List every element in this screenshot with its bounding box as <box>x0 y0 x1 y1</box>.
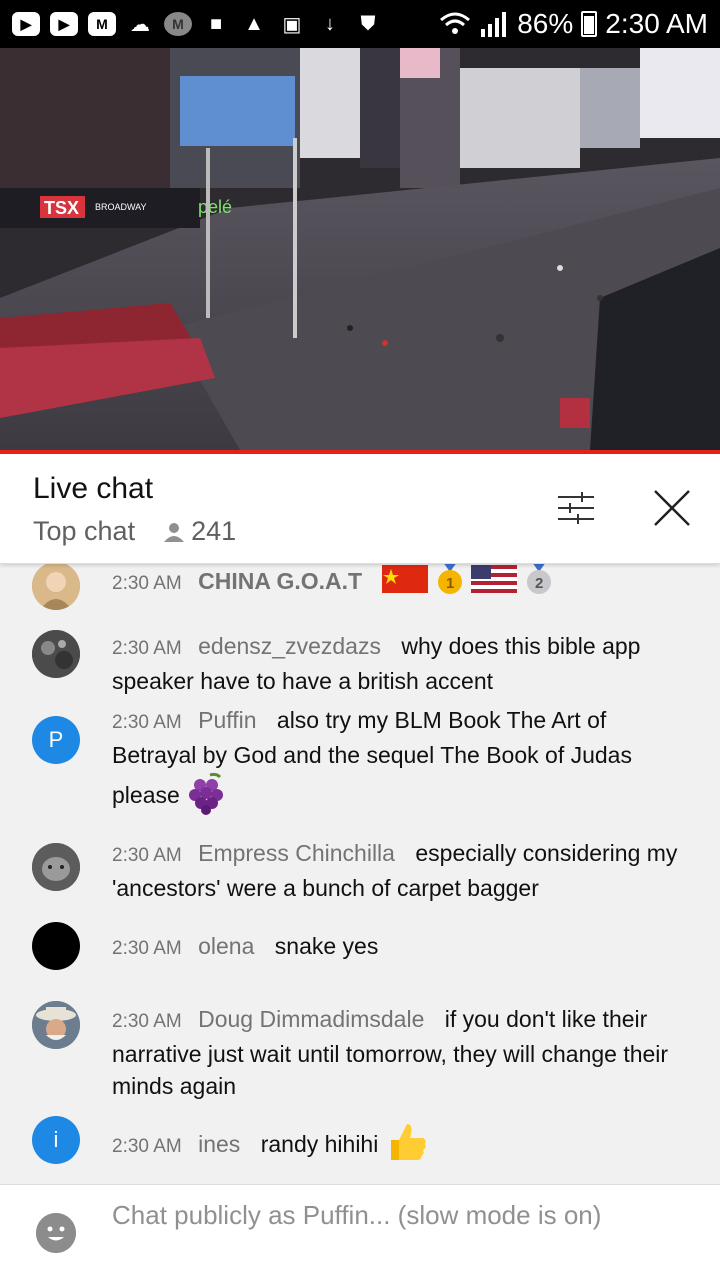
avatar[interactable]: i <box>32 1116 80 1164</box>
avatar-letter: i <box>53 1127 59 1152</box>
message-text: snake yes <box>274 933 379 959</box>
viewer-count-value: 241 <box>191 516 237 546</box>
shopping-bag-icon: ⛊ <box>360 12 376 35</box>
message-time: 2:30 AM <box>112 845 182 866</box>
message-time: 2:30 AM <box>112 573 182 595</box>
chat-title: Live chat <box>33 472 154 505</box>
folder-icon: ■ <box>209 12 223 35</box>
youtube-icon: ▶ <box>12 12 40 36</box>
medal-2-icon: 2 <box>524 564 554 604</box>
message-time: 2:30 AM <box>112 638 182 659</box>
grapes-icon <box>186 771 230 823</box>
image-icon: ▣ <box>282 13 302 36</box>
avatar[interactable] <box>32 630 80 678</box>
cloud-icon: ☁ <box>130 13 150 36</box>
chat-header: Live chat Top chat 241 <box>0 454 720 564</box>
svg-text:2: 2 <box>535 575 543 592</box>
message-body: 2:30 AM olena snake yes <box>112 930 682 965</box>
broadway-sign: BROADWAY <box>95 202 147 212</box>
smiley-icon <box>36 1213 76 1253</box>
user-avatar <box>36 1213 76 1253</box>
message-body: 2:30 AM Empress Chinchilla especially co… <box>112 837 682 904</box>
m-app-icon: M <box>88 12 116 36</box>
message-author[interactable]: edensz_zvezdazs <box>198 633 381 659</box>
notification-icons: ▶ ▶ M ☁ M ■ ▲ ▣ ↓ ⛊ <box>12 11 382 37</box>
message-time: 2:30 AM <box>112 712 182 733</box>
message-body: 2:30 AM ines randy hihihi <box>112 1120 682 1172</box>
message-time: 2:30 AM <box>112 1136 182 1158</box>
message-author[interactable]: olena <box>198 933 254 959</box>
status-bar: ▶ ▶ M ☁ M ■ ▲ ▣ ↓ ⛊ 86% 2:30 AM <box>0 0 720 48</box>
china-flag-icon <box>382 565 429 601</box>
person-icon <box>164 522 185 542</box>
message-text: randy hihihi <box>260 1131 379 1158</box>
close-chat-button[interactable] <box>650 486 694 530</box>
youtube-icon: ▶ <box>50 12 78 36</box>
message-body: 2:30 AM Doug Dimmadimsdale if you don't … <box>112 1003 682 1102</box>
avatar[interactable] <box>32 564 80 610</box>
video-player[interactable]: TSX BROADWAY pelé <box>0 48 720 450</box>
message-author[interactable]: ines <box>198 1131 240 1157</box>
signal-icon <box>481 12 507 37</box>
message-time: 2:30 AM <box>112 1011 182 1032</box>
message-author[interactable]: Puffin <box>198 707 256 733</box>
close-icon <box>654 490 690 526</box>
svg-text:1: 1 <box>446 575 454 592</box>
video-frame: TSX BROADWAY pelé <box>0 48 720 450</box>
m-app-icon: M <box>164 12 192 36</box>
thumbs-up-icon <box>385 1120 429 1172</box>
message-body: 2:30 AM CHINA G.O.A.T 1 2 <box>112 564 682 604</box>
chat-mode-selector[interactable]: Top chat 241 <box>33 516 236 547</box>
battery-percent: 86% <box>517 8 574 39</box>
pele-sign: pelé <box>198 197 232 217</box>
usa-flag-icon <box>471 565 518 601</box>
battery-icon <box>581 11 598 37</box>
clock: 2:30 AM <box>605 8 708 39</box>
viewer-count: 241 <box>163 516 236 547</box>
warning-icon: ▲ <box>244 12 264 35</box>
wifi-icon <box>440 12 471 34</box>
avatar[interactable] <box>32 843 80 891</box>
chat-mode-label[interactable]: Top chat <box>33 516 135 547</box>
tsx-sign: TSX <box>44 198 79 218</box>
sliders-icon <box>558 492 594 524</box>
message-body: 2:30 AM edensz_zvezdazs why does this bi… <box>112 630 682 697</box>
message-time: 2:30 AM <box>112 938 182 959</box>
avatar[interactable] <box>32 922 80 970</box>
avatar-letter: P <box>48 727 64 752</box>
chat-message-list[interactable]: 2:30 AM CHINA G.O.A.T 1 2 2:30 AM edensz… <box>0 564 720 1184</box>
chat-input-field[interactable]: Chat publicly as Puffin... (slow mode is… <box>112 1199 632 1231</box>
avatar[interactable] <box>32 1001 80 1049</box>
chat-filter-button[interactable] <box>554 486 598 530</box>
message-author[interactable]: Doug Dimmadimsdale <box>198 1006 424 1032</box>
message-body: 2:30 AM Puffin also try my BLM Book The … <box>112 704 682 823</box>
message-author[interactable]: CHINA G.O.A.T <box>198 568 362 594</box>
medal-1-icon: 1 <box>435 564 465 604</box>
avatar[interactable]: P <box>32 716 80 764</box>
message-author[interactable]: Empress Chinchilla <box>198 840 395 866</box>
download-icon: ↓ <box>325 12 335 35</box>
chat-input-bar[interactable]: Chat publicly as Puffin... (slow mode is… <box>0 1184 720 1280</box>
